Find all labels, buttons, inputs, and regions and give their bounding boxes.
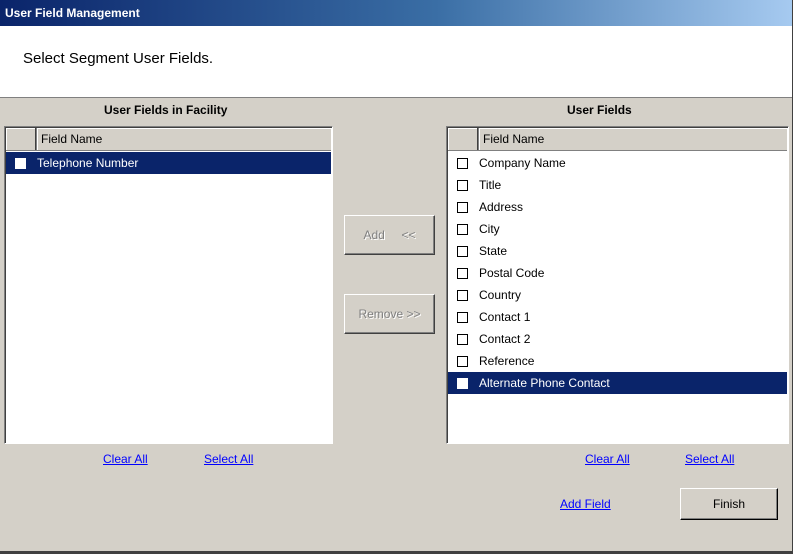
list-item[interactable]: State [448,240,787,262]
row-checkbox[interactable] [457,289,468,301]
right-clear-all-link[interactable]: Clear All [585,452,630,466]
row-checkbox[interactable] [457,355,468,367]
list-item-label: Contact 2 [479,332,531,346]
left-clear-all-link[interactable]: Clear All [103,452,148,466]
check-column-header[interactable] [6,128,37,150]
list-item-label: Contact 1 [479,310,531,324]
row-checkbox[interactable] [457,201,468,213]
list-item[interactable]: Contact 2 [448,328,787,350]
row-checkbox[interactable] [15,157,26,169]
list-item-label: Postal Code [479,266,545,280]
list-item-label: Address [479,200,524,214]
add-field-link[interactable]: Add Field [560,497,611,511]
list-item-label: Alternate Phone Contact [479,376,610,390]
list-item[interactable]: Postal Code [448,262,787,284]
list-item-label: Company Name [479,156,566,170]
field-name-column-header[interactable]: Field Name [479,128,787,150]
list-header: Field Name [448,128,787,151]
row-checkbox[interactable] [457,311,468,323]
list-item[interactable]: Telephone Number [6,152,331,174]
row-checkbox[interactable] [457,157,468,169]
field-name-column-header[interactable]: Field Name [37,128,331,150]
list-item[interactable]: City [448,218,787,240]
list-item-label: Title [479,178,502,192]
window-title: User Field Management [5,6,140,20]
list-item[interactable]: Address [448,196,787,218]
row-checkbox[interactable] [457,333,468,345]
list-item-label: Reference [479,354,535,368]
user-field-management-window: User Field Management Select Segment Use… [0,0,793,554]
instruction-header: Select Segment User Fields. [0,26,792,98]
list-rows: Telephone Number [6,152,331,174]
row-checkbox[interactable] [457,245,468,257]
user-fields-list[interactable]: Field Name Company Name Title Address City S… [446,126,789,444]
finish-button[interactable]: Finish [680,488,778,520]
right-panel-title: User Fields [567,103,632,117]
list-item[interactable]: Reference [448,350,787,372]
add-button[interactable]: Add << [344,215,435,255]
left-panel-title: User Fields in Facility [104,103,228,117]
finish-button-label: Finish [712,497,745,511]
right-select-all-link[interactable]: Select All [685,452,734,466]
check-column-header[interactable] [448,128,479,150]
row-checkbox[interactable] [457,223,468,235]
left-select-all-link[interactable]: Select All [204,452,253,466]
list-item[interactable]: Alternate Phone Contact [448,372,787,394]
facility-fields-list[interactable]: Field Name Telephone Number [4,126,333,444]
list-item[interactable]: Contact 1 [448,306,787,328]
list-item-label: State [479,244,508,258]
window-title-bar: User Field Management [0,0,792,26]
add-button-label: Add << [363,228,416,242]
list-rows: Company Name Title Address City State Postal … [448,152,787,394]
list-header: Field Name [6,128,331,151]
list-item[interactable]: Title [448,174,787,196]
list-item[interactable]: Country [448,284,787,306]
row-checkbox[interactable] [457,179,468,191]
list-item[interactable]: Company Name [448,152,787,174]
list-item-label: City [479,222,500,236]
row-checkbox[interactable] [457,267,468,279]
remove-button-label: Remove >> [358,307,421,321]
row-checkbox[interactable] [457,377,468,389]
list-item-label: Telephone Number [37,156,139,170]
list-item-label: Country [479,288,522,302]
instruction-text: Select Segment User Fields. [23,50,214,67]
remove-button[interactable]: Remove >> [344,294,435,334]
